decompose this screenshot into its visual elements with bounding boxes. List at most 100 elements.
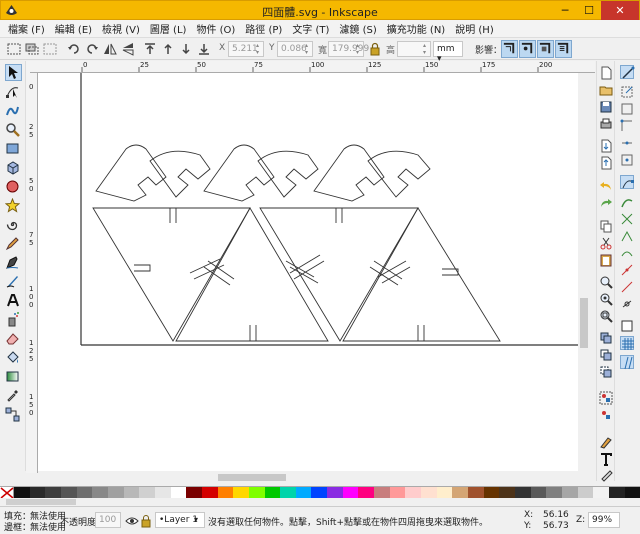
x-input[interactable]: 5.211 bbox=[228, 41, 264, 57]
node-tool-icon[interactable] bbox=[5, 84, 22, 101]
snap-grid-icon[interactable] bbox=[620, 336, 634, 350]
snap-smooth-nodes-icon[interactable] bbox=[620, 246, 634, 260]
import-icon[interactable] bbox=[599, 139, 613, 153]
vertical-ruler[interactable]: 0 2 5 5 0 7 5 1 0 0 1 2 5 1 5 0 bbox=[26, 73, 38, 473]
menu-object[interactable]: 物件 (O) bbox=[196, 21, 235, 36]
snap-intersections-icon[interactable] bbox=[620, 212, 634, 226]
pen-tool-icon[interactable] bbox=[5, 255, 22, 272]
menu-edit[interactable]: 編輯 (E) bbox=[55, 21, 92, 36]
spiral-tool-icon[interactable] bbox=[5, 217, 22, 234]
unit-select[interactable]: mm ▾ bbox=[433, 41, 463, 64]
copy-icon[interactable] bbox=[599, 219, 613, 233]
move-gradients-toggle[interactable] bbox=[537, 40, 554, 58]
dropper-tool-icon[interactable] bbox=[5, 388, 22, 405]
opacity-input[interactable]: 100 bbox=[95, 512, 121, 528]
snap-paths-icon[interactable] bbox=[620, 195, 634, 209]
box-3d-tool-icon[interactable] bbox=[5, 160, 22, 177]
lower-icon[interactable] bbox=[178, 41, 194, 57]
snap-page-border-icon[interactable] bbox=[620, 319, 634, 333]
scale-corners-toggle[interactable] bbox=[519, 40, 536, 58]
drawing-canvas[interactable] bbox=[38, 73, 578, 471]
menu-filters[interactable]: 濾鏡 (S) bbox=[339, 21, 376, 36]
text-tool-icon[interactable] bbox=[5, 293, 22, 310]
save-icon[interactable] bbox=[599, 100, 613, 114]
export-icon[interactable] bbox=[599, 156, 613, 170]
menu-view[interactable]: 檢視 (V) bbox=[102, 21, 140, 36]
new-document-icon[interactable] bbox=[599, 66, 613, 80]
close-button[interactable]: ✕ bbox=[601, 1, 639, 20]
snap-enable-icon[interactable] bbox=[620, 65, 635, 79]
width-input[interactable]: 179.999 bbox=[328, 41, 369, 57]
height-input[interactable] bbox=[397, 41, 431, 57]
selector-tool-icon[interactable] bbox=[5, 64, 22, 81]
tweak-tool-icon[interactable] bbox=[5, 103, 22, 120]
scale-stroke-toggle[interactable] bbox=[501, 40, 518, 58]
y-input[interactable]: 0.086 bbox=[277, 41, 313, 57]
snap-line-midpoint-icon[interactable] bbox=[620, 263, 634, 277]
pencil-tool-icon[interactable] bbox=[5, 236, 22, 253]
connector-tool-icon[interactable] bbox=[5, 407, 22, 424]
star-tool-icon[interactable] bbox=[4, 197, 22, 215]
snap-bbox-edge-icon[interactable] bbox=[620, 102, 634, 116]
undo-icon[interactable] bbox=[599, 179, 613, 193]
cut-icon[interactable] bbox=[599, 236, 613, 250]
layer-lock-icon[interactable] bbox=[139, 514, 153, 528]
zoom-selection-icon[interactable] bbox=[599, 275, 613, 289]
eraser-tool-icon[interactable] bbox=[5, 331, 22, 348]
raise-icon[interactable] bbox=[160, 41, 176, 57]
menu-file[interactable]: 檔案 (F) bbox=[8, 21, 45, 36]
snap-guide-icon[interactable] bbox=[620, 355, 634, 370]
calligraphy-tool-icon[interactable] bbox=[5, 274, 22, 291]
group-icon[interactable] bbox=[599, 391, 613, 405]
horizontal-scroll-thumb[interactable] bbox=[218, 474, 286, 481]
lower-to-bottom-icon[interactable] bbox=[196, 41, 212, 57]
lock-icon[interactable] bbox=[367, 41, 383, 57]
raise-to-top-icon[interactable] bbox=[142, 41, 158, 57]
deselect-icon[interactable] bbox=[42, 41, 58, 57]
xml-editor-icon[interactable] bbox=[599, 469, 613, 483]
ellipse-tool-icon[interactable] bbox=[5, 179, 22, 196]
snap-cusp-nodes-icon[interactable] bbox=[620, 229, 634, 243]
horizontal-ruler[interactable]: 0 25 50 75 100 125 150 175 200 bbox=[30, 61, 595, 73]
layer-dropdown-icon[interactable]: ▾ bbox=[194, 515, 198, 524]
palette-scrollbar[interactable] bbox=[0, 498, 640, 506]
vertical-scrollbar[interactable] bbox=[578, 73, 590, 471]
open-file-icon[interactable] bbox=[599, 83, 613, 97]
text-font-dialog-icon[interactable] bbox=[599, 452, 613, 466]
vertical-scroll-thumb[interactable] bbox=[580, 298, 588, 348]
rotate-cw-icon[interactable] bbox=[84, 41, 100, 57]
snap-bbox-icon[interactable] bbox=[620, 85, 634, 99]
flip-vertical-icon[interactable] bbox=[120, 41, 136, 57]
snap-bbox-center-icon[interactable] bbox=[620, 153, 634, 167]
maximize-button[interactable]: ☐ bbox=[577, 1, 601, 20]
paste-icon[interactable] bbox=[599, 253, 613, 267]
snap-object-center-icon[interactable] bbox=[620, 280, 634, 294]
paint-bucket-tool-icon[interactable] bbox=[5, 350, 22, 367]
zoom-tool-icon[interactable] bbox=[5, 122, 22, 139]
duplicate-icon[interactable] bbox=[599, 331, 613, 345]
rectangle-tool-icon[interactable] bbox=[5, 141, 22, 158]
flip-horizontal-icon[interactable] bbox=[102, 41, 118, 57]
zoom-page-icon[interactable] bbox=[599, 309, 613, 323]
gradient-tool-icon[interactable] bbox=[5, 369, 22, 386]
snap-nodes-icon[interactable] bbox=[620, 175, 634, 189]
clone-icon[interactable] bbox=[599, 348, 613, 362]
ungroup-icon[interactable] bbox=[599, 408, 613, 422]
palette-scroll-thumb[interactable] bbox=[6, 499, 76, 505]
print-icon[interactable] bbox=[599, 117, 613, 131]
spray-tool-icon[interactable] bbox=[5, 312, 22, 329]
menu-path[interactable]: 路徑 (P) bbox=[245, 21, 282, 36]
zoom-input[interactable]: 99% bbox=[588, 512, 620, 528]
menu-text[interactable]: 文字 (T) bbox=[292, 21, 329, 36]
snap-bbox-midpoint-icon[interactable] bbox=[620, 136, 634, 150]
move-patterns-toggle[interactable] bbox=[555, 40, 572, 58]
rotate-ccw-icon[interactable] bbox=[66, 41, 82, 57]
menu-help[interactable]: 說明 (H) bbox=[455, 21, 494, 36]
select-all-layers-icon[interactable] bbox=[24, 41, 40, 57]
snap-rotation-center-icon[interactable] bbox=[620, 297, 634, 311]
select-all-icon[interactable] bbox=[6, 41, 22, 57]
eye-visibility-icon[interactable] bbox=[125, 514, 139, 528]
zoom-drawing-icon[interactable] bbox=[599, 292, 613, 306]
unlink-clone-icon[interactable] bbox=[599, 365, 613, 379]
redo-icon[interactable] bbox=[599, 196, 613, 210]
